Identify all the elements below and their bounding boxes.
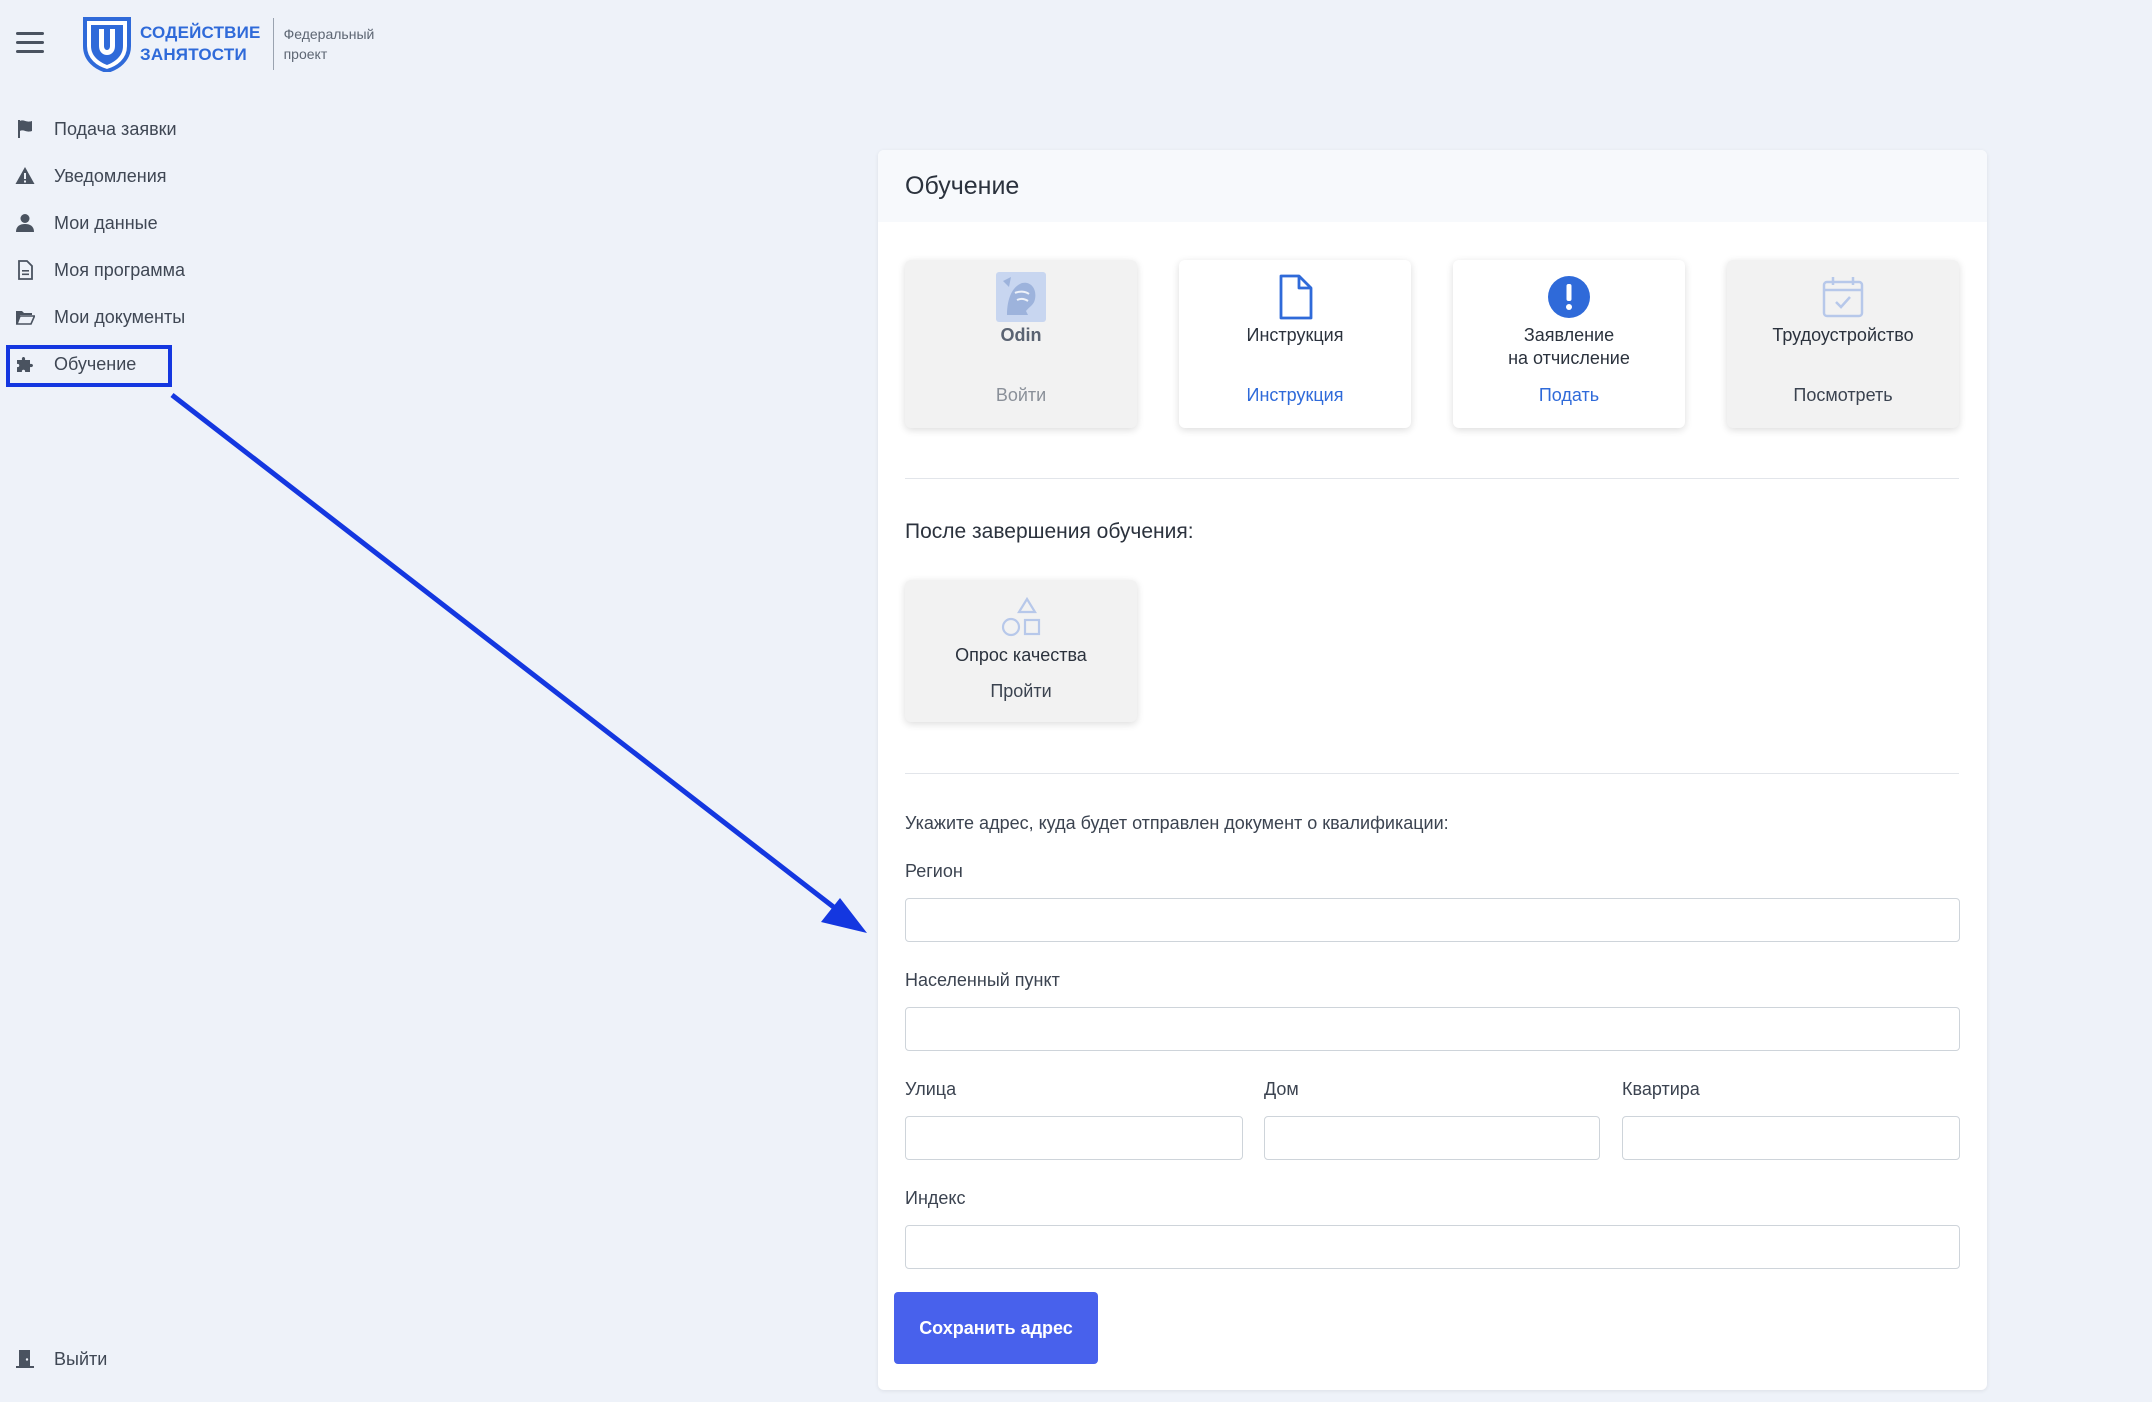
tile-title-line: Заявление	[1523, 325, 1615, 345]
section-divider	[905, 773, 1959, 774]
file-icon	[1275, 270, 1315, 324]
street-label: Улица	[905, 1079, 957, 1099]
sidebar-item-label: Мои данные	[54, 212, 158, 233]
menu-toggle-button[interactable]	[16, 32, 44, 54]
tile-expulsion-application: Заявление на отчисление Подать	[1453, 260, 1685, 428]
view-employment-link[interactable]: Посмотреть	[1793, 385, 1892, 406]
tile-title: Заявление на отчисление	[1508, 324, 1630, 370]
shield-logo-icon	[83, 17, 131, 72]
page-title-text: Обучение	[905, 171, 1020, 200]
user-icon	[14, 212, 36, 234]
odin-login-link[interactable]: Войти	[996, 385, 1046, 406]
brand-subtitle: Федеральный проект	[284, 24, 375, 64]
sidebar-item-my-documents[interactable]: Мои документы	[14, 302, 185, 332]
region-label: Регион	[905, 861, 963, 881]
locality-label: Населенный пункт	[905, 970, 1060, 990]
tile-title: Опрос качества	[955, 645, 1087, 665]
street-input[interactable]	[905, 1116, 1243, 1160]
sidebar-item-application[interactable]: Подача заявки	[14, 114, 177, 144]
section-divider	[905, 478, 1959, 479]
warning-icon	[14, 165, 36, 187]
flag-icon	[14, 118, 36, 140]
house-label: Дом	[1264, 1079, 1299, 1099]
apartment-label: Квартира	[1622, 1079, 1700, 1099]
apartment-input[interactable]	[1622, 1116, 1960, 1160]
sidebar-item-label: Уведомления	[54, 165, 167, 186]
logo-divider	[272, 18, 274, 70]
site-logo[interactable]: СОДЕЙСТВИЕ ЗАНЯТОСТИ Федеральный проект	[82, 16, 374, 72]
tile-title: Odin	[1000, 325, 1042, 345]
annotation-highlight-box	[6, 345, 172, 387]
tile-instruction: Инструкция Инструкция	[1179, 260, 1411, 428]
shapes-icon	[999, 590, 1043, 644]
page-title: Обучение	[878, 150, 1987, 222]
postal-index-input[interactable]	[905, 1225, 1960, 1269]
sidebar-item-notifications[interactable]: Уведомления	[14, 161, 167, 191]
brand-name: СОДЕЙСТВИЕ ЗАНЯТОСТИ	[140, 22, 261, 66]
address-instruction: Укажите адрес, куда будет отправлен доку…	[905, 813, 1449, 833]
take-survey-link[interactable]: Пройти	[990, 681, 1051, 702]
document-icon	[14, 259, 36, 281]
instruction-link[interactable]: Инструкция	[1247, 385, 1344, 406]
tile-odin: Odin Войти	[905, 260, 1137, 428]
logout-button[interactable]: Выйти	[14, 1344, 107, 1374]
exclamation-circle-icon	[1547, 270, 1591, 324]
burger-line	[16, 32, 44, 35]
logout-label: Выйти	[54, 1348, 108, 1369]
sidebar-item-my-data[interactable]: Мои данные	[14, 208, 158, 238]
sidebar-item-label: Подача заявки	[54, 118, 177, 139]
tile-title-line: на отчисление	[1508, 348, 1630, 368]
sidebar-item-label: Мои документы	[54, 306, 186, 327]
tile-quality-survey: Опрос качества Пройти	[905, 580, 1137, 722]
sidebar-item-my-program[interactable]: Моя программа	[14, 255, 185, 285]
submit-expulsion-link[interactable]: Подать	[1539, 385, 1599, 406]
odin-logo-icon	[995, 270, 1047, 324]
after-training-heading: После завершения обучения:	[905, 520, 1194, 543]
training-card: Обучение Odin Войти Инструкция Инструкци…	[878, 150, 1987, 1390]
burger-line	[16, 50, 44, 53]
subtitle-line: Федеральный	[283, 26, 375, 42]
region-input[interactable]	[905, 898, 1960, 942]
tile-employment: Трудоустройство Посмотреть	[1727, 260, 1959, 428]
postal-index-label: Индекс	[905, 1188, 966, 1208]
brand-line: ЗАНЯТОСТИ	[140, 45, 247, 64]
save-address-button[interactable]: Сохранить адрес	[894, 1292, 1098, 1364]
house-input[interactable]	[1264, 1116, 1600, 1160]
subtitle-line: проект	[283, 46, 328, 62]
burger-line	[16, 41, 44, 44]
sidebar-item-label: Моя программа	[54, 259, 186, 280]
locality-input[interactable]	[905, 1007, 1960, 1051]
brand-line: СОДЕЙСТВИЕ	[140, 23, 261, 42]
folder-icon	[14, 306, 36, 328]
tile-title: Трудоустройство	[1772, 325, 1914, 345]
tile-title: Инструкция	[1246, 325, 1344, 345]
calendar-check-icon	[1821, 270, 1865, 324]
door-exit-icon	[14, 1348, 36, 1370]
